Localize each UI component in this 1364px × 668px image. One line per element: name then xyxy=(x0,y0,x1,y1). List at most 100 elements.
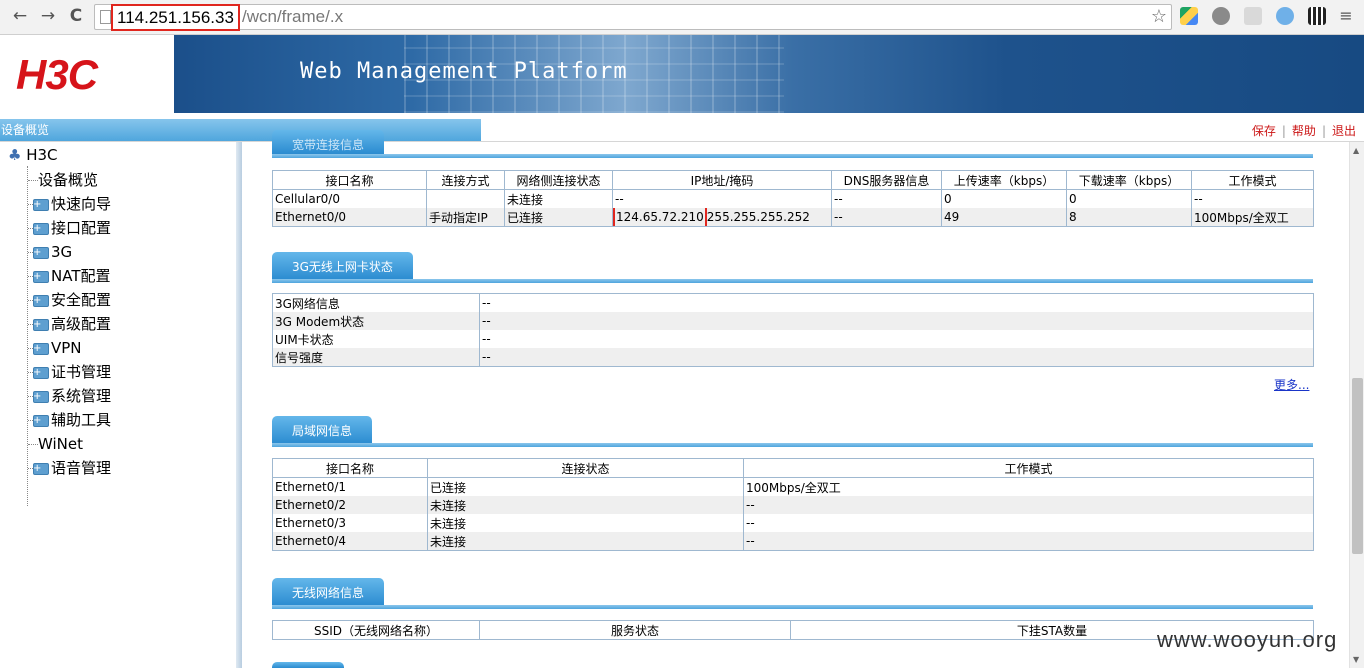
lan-table: 接口名称 连接状态 工作模式 Ethernet0/1 已连接 100Mbps/全双工… xyxy=(272,458,1314,551)
more-link[interactable]: 更多... xyxy=(1274,376,1309,393)
scroll-up-icon[interactable]: ▲ xyxy=(1353,146,1359,155)
drive-extension-icon[interactable] xyxy=(1180,7,1198,25)
tree-item-interface[interactable]: 接口配置 xyxy=(28,218,111,239)
url-host[interactable]: 114.251.156.33 xyxy=(111,4,240,31)
forward-icon[interactable]: → xyxy=(38,6,58,26)
help-link[interactable]: 帮助 xyxy=(1292,124,1316,138)
tab-broadband: 宽带连接信息 xyxy=(272,130,385,154)
save-link[interactable]: 保存 xyxy=(1252,124,1276,138)
platform-title: Web Management Platform xyxy=(300,59,628,84)
cell-iface: Cellular0/0 xyxy=(272,189,427,208)
top-links: 保存 | 帮助 | 退出 xyxy=(1251,124,1356,138)
tree-root[interactable]: ♣ H3C xyxy=(8,146,58,164)
cell-iface: Ethernet0/0 xyxy=(272,208,427,227)
col-header: 上传速率（kbps） xyxy=(941,170,1067,190)
table-row: Ethernet0/1 已连接 100Mbps/全双工 xyxy=(272,477,1314,496)
tab-next-section xyxy=(272,662,344,668)
table-row: 信号强度 -- xyxy=(272,348,1314,367)
broadband-table: 接口名称 连接方式 网络侧连接状态 IP地址/掩码 DNS服务器信息 上传速率（… xyxy=(272,170,1314,227)
folder-icon xyxy=(33,387,49,407)
url-path[interactable]: /wcn/frame/.x xyxy=(242,5,343,29)
table-row: 3G Modem状态 -- xyxy=(272,312,1314,330)
col-header: SSID（无线网络名称） xyxy=(272,620,480,640)
cell-mode: -- xyxy=(1191,189,1314,208)
cell-up: 49 xyxy=(941,208,1067,227)
table-row: 3G网络信息 -- xyxy=(272,293,1314,312)
users-icon: ♣ xyxy=(8,146,22,164)
ip-highlight: 124.65.72.210 xyxy=(613,208,707,227)
menu-icon[interactable]: ≡ xyxy=(1336,6,1356,26)
tree-item-3g[interactable]: 3G xyxy=(28,242,72,263)
col-header: 服务状态 xyxy=(479,620,791,640)
bookmark-star-icon[interactable]: ☆ xyxy=(1151,5,1167,29)
tab-underline xyxy=(272,279,1313,283)
tree-item-voice[interactable]: 语音管理 xyxy=(28,458,111,479)
tree-item-overview[interactable]: 设备概览 xyxy=(28,170,98,190)
sub-bar: 设备概览 保存 | 帮助 | 退出 xyxy=(0,119,1364,142)
content-scrollbar[interactable]: ▲ ▼ xyxy=(1349,142,1364,668)
tree-root-label: H3C xyxy=(26,146,58,164)
table-row: Ethernet0/4 未连接 -- xyxy=(272,532,1314,551)
browser-toolbar: ← → C 114.251.156.33 /wcn/frame/.x ☆ ≡ xyxy=(0,0,1364,35)
cell-dns: -- xyxy=(831,208,942,227)
col-header: 下载速率（kbps） xyxy=(1066,170,1192,190)
col-header: 连接状态 xyxy=(427,458,744,478)
cell-down: 0 xyxy=(1066,189,1192,208)
table-header: 接口名称 连接方式 网络侧连接状态 IP地址/掩码 DNS服务器信息 上传速率（… xyxy=(272,170,1314,190)
cell-ip: -- xyxy=(612,189,832,208)
tab-underline xyxy=(272,154,1313,158)
reload-icon[interactable]: C xyxy=(66,6,86,26)
folder-icon xyxy=(33,339,49,359)
cell-method: 手动指定IP xyxy=(426,208,505,227)
table-row: Ethernet0/2 未连接 -- xyxy=(272,496,1314,514)
frame-divider[interactable] xyxy=(236,142,242,668)
col-header: 接口名称 xyxy=(272,458,428,478)
folder-icon xyxy=(33,291,49,311)
qr-code-icon[interactable] xyxy=(1308,7,1326,25)
table-header: 接口名称 连接状态 工作模式 xyxy=(272,458,1314,478)
folder-icon xyxy=(33,411,49,431)
address-bar[interactable]: 114.251.156.33 /wcn/frame/.x ☆ xyxy=(94,4,1172,31)
tree-item-advanced[interactable]: 高级配置 xyxy=(28,314,111,335)
cell-mode: 100Mbps/全双工 xyxy=(1191,208,1314,227)
tree-item-vpn[interactable]: VPN xyxy=(28,338,82,359)
logout-link[interactable]: 退出 xyxy=(1332,124,1356,138)
cell-down: 8 xyxy=(1066,208,1192,227)
tree-item-nat[interactable]: NAT配置 xyxy=(28,266,110,287)
tree-item-system[interactable]: 系统管理 xyxy=(28,386,111,407)
folder-icon xyxy=(33,363,49,383)
col-header: 工作模式 xyxy=(1191,170,1314,190)
film-extension-icon[interactable] xyxy=(1212,7,1230,25)
header: H3C Web Management Platform xyxy=(0,35,1364,113)
folder-icon xyxy=(33,195,49,215)
tree-item-certificate[interactable]: 证书管理 xyxy=(28,362,111,383)
back-icon[interactable]: ← xyxy=(10,6,30,26)
cell-ip: 124.65.72.210 255.255.255.252 xyxy=(612,208,832,227)
extension-icon[interactable] xyxy=(1244,7,1262,25)
h3c-logo: H3C xyxy=(16,51,98,98)
tree-item-winet[interactable]: WiNet xyxy=(28,434,83,454)
folder-icon xyxy=(33,267,49,287)
tree-item-wizard[interactable]: 快速向导 xyxy=(28,194,111,215)
header-banner: Web Management Platform xyxy=(174,35,1364,113)
breadcrumb: 设备概览 xyxy=(0,119,481,141)
cell-status: 未连接 xyxy=(504,189,613,208)
cell-method xyxy=(426,189,505,208)
folder-icon xyxy=(33,459,49,479)
nav-tree: ♣ H3C 设备概览 快速向导 接口配置 3G NAT配置 安全配置 高级配置 … xyxy=(0,142,236,668)
col-header: 接口名称 xyxy=(272,170,427,190)
scroll-down-icon[interactable]: ▼ xyxy=(1353,655,1359,664)
cell-up: 0 xyxy=(941,189,1067,208)
tree-item-tools[interactable]: 辅助工具 xyxy=(28,410,111,431)
tab-lan: 局域网信息 xyxy=(272,416,373,444)
cell-status: 已连接 xyxy=(504,208,613,227)
folder-icon xyxy=(33,315,49,335)
folder-icon xyxy=(33,219,49,239)
scroll-thumb[interactable] xyxy=(1352,378,1363,554)
tree-item-security[interactable]: 安全配置 xyxy=(28,290,111,311)
tab-wireless: 无线网络信息 xyxy=(272,578,385,606)
col-header: 工作模式 xyxy=(743,458,1314,478)
table-row: Cellular0/0 未连接 -- -- 0 0 -- xyxy=(272,189,1314,208)
col-header: 连接方式 xyxy=(426,170,505,190)
circle-extension-icon[interactable] xyxy=(1276,7,1294,25)
